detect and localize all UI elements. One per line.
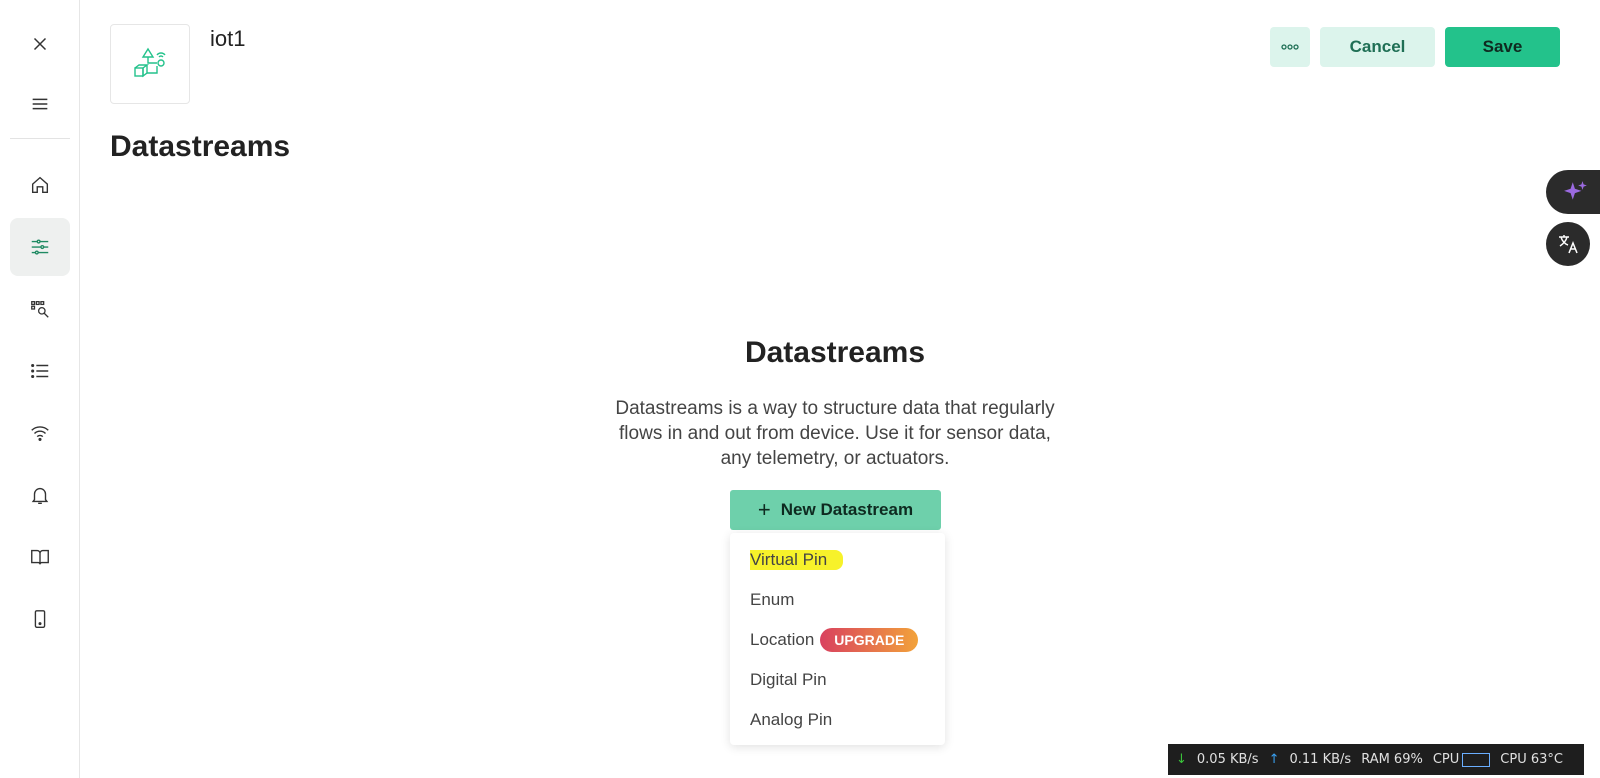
home-icon (31, 176, 49, 194)
template-image[interactable] (110, 24, 190, 104)
more-options-button[interactable] (1270, 27, 1310, 67)
cpu-graph: CPU (1432, 752, 1491, 767)
menu-icon (32, 98, 48, 110)
download-speed: 0.05 KB/s (1196, 752, 1259, 767)
sidebar-item-search-devices[interactable] (10, 280, 70, 338)
cpu-temperature: CPU 63°C (1500, 752, 1563, 767)
iot-template-icon (134, 47, 166, 78)
search-devices-icon (31, 301, 49, 318)
sidebar-item-mobile[interactable] (10, 590, 70, 648)
sidebar (0, 0, 80, 778)
more-dots-icon (1281, 44, 1299, 50)
template-name[interactable]: iot1 (210, 26, 245, 52)
datastreams-icon (31, 239, 49, 255)
sidebar-divider (10, 138, 70, 139)
menu-item-label: Location (750, 630, 815, 649)
translate-button[interactable] (1546, 222, 1590, 266)
menu-item-label: Virtual Pin (750, 550, 844, 570)
sidebar-item-home[interactable] (10, 156, 70, 214)
sidebar-item-datastreams[interactable] (10, 218, 70, 276)
close-button[interactable] (10, 15, 70, 73)
translate-icon (1559, 235, 1578, 254)
ai-assistant-button[interactable] (1546, 170, 1600, 214)
save-button[interactable]: Save (1445, 27, 1560, 67)
close-icon (33, 37, 47, 51)
menu-button[interactable] (10, 75, 70, 133)
sparkles-icon (1564, 181, 1587, 200)
menu-item-digital-pin[interactable]: Digital Pin (750, 667, 827, 693)
empty-state-description: Datastreams is a way to structure data t… (615, 398, 1055, 469)
sidebar-item-notifications[interactable] (10, 466, 70, 524)
menu-item-label: Analog Pin (750, 710, 833, 729)
menu-item-virtual-pin[interactable]: Virtual Pin (750, 547, 844, 573)
wifi-icon (31, 426, 49, 441)
bell-icon (31, 487, 49, 504)
new-datastream-label: New Datastream (780, 500, 914, 519)
new-datastream-button[interactable]: + New Datastream (730, 490, 941, 530)
datastream-type-menu: Virtual Pin Enum Location UPGRADE Digita… (730, 533, 945, 745)
sidebar-item-docs[interactable] (10, 528, 70, 586)
page-title: Datastreams (110, 130, 291, 163)
download-arrow-icon: ↓ (1176, 752, 1187, 767)
cpu-label: CPU (1432, 752, 1460, 767)
system-status-bar: ↓ 0.05 KB/s ↑ 0.11 KB/s RAM 69% CPU CPU … (1168, 744, 1584, 775)
upload-arrow-icon: ↑ (1268, 752, 1280, 767)
menu-item-label: Enum (750, 590, 795, 609)
plus-icon: + (757, 497, 771, 522)
menu-item-location[interactable]: Location UPGRADE (750, 627, 919, 653)
menu-item-enum[interactable]: Enum (750, 587, 794, 613)
menu-item-label: Digital Pin (750, 670, 827, 689)
empty-state-title: Datastreams (744, 336, 926, 369)
cancel-button[interactable]: Cancel (1320, 27, 1435, 67)
upload-speed: 0.11 KB/s (1289, 752, 1352, 767)
cpu-graph-box (1462, 752, 1491, 767)
book-icon (31, 549, 49, 565)
menu-item-analog-pin[interactable]: Analog Pin (750, 707, 832, 733)
mobile-icon (34, 610, 46, 628)
upgrade-badge[interactable]: UPGRADE (820, 628, 919, 652)
sidebar-item-connectivity[interactable] (10, 404, 70, 462)
ram-usage: RAM 69% (1361, 752, 1423, 767)
